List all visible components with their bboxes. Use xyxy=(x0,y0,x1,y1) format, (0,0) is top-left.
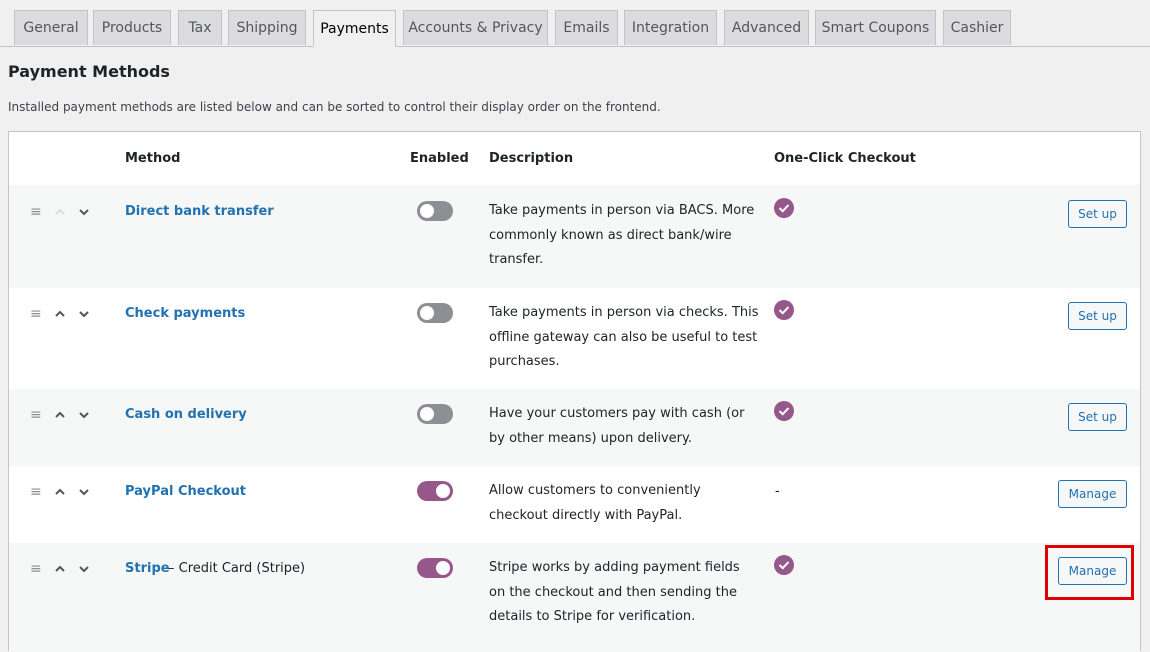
header-method: Method xyxy=(125,151,181,166)
method-description: Take payments in person via BACS. More c… xyxy=(489,203,755,267)
menu-handle-icon[interactable]: ≡ xyxy=(30,407,42,423)
method-description: Take payments in person via checks. This… xyxy=(489,305,759,369)
chevron-down-icon[interactable] xyxy=(79,564,89,574)
set-up-button[interactable]: Set up xyxy=(1068,403,1127,431)
check-circle-icon xyxy=(774,555,794,575)
page-title: Payment Methods xyxy=(8,62,170,81)
tab-advanced[interactable]: Advanced xyxy=(724,10,809,45)
table-row: ≡ Stripe – Credit Card (Stripe) Stripe w… xyxy=(9,543,1140,652)
payment-methods-table: Method Enabled Description One-Click Che… xyxy=(8,131,1141,652)
chevron-down-icon[interactable] xyxy=(79,207,89,217)
tab-products[interactable]: Products xyxy=(93,10,171,45)
tab-payments[interactable]: Payments xyxy=(313,10,396,47)
check-circle-icon xyxy=(774,401,794,421)
menu-handle-icon[interactable]: ≡ xyxy=(30,306,42,322)
check-circle-icon xyxy=(774,300,794,320)
menu-handle-icon[interactable]: ≡ xyxy=(30,204,42,220)
one-click-unavailable: - xyxy=(775,484,780,499)
table-row: ≡ PayPal Checkout Allow customers to con… xyxy=(9,466,1140,543)
chevron-up-icon[interactable] xyxy=(55,410,65,420)
table-row: ≡ Cash on delivery Have your customers p… xyxy=(9,389,1140,466)
table-row: ≡ Direct bank transfer Take payments in … xyxy=(9,185,1140,288)
method-description: Allow customers to conveniently checkout… xyxy=(489,483,701,523)
tab-emails[interactable]: Emails xyxy=(555,10,618,45)
method-link-paypal-checkout[interactable]: PayPal Checkout xyxy=(125,484,246,499)
method-description: Have your customers pay with cash (or by… xyxy=(489,406,745,446)
set-up-button[interactable]: Set up xyxy=(1068,302,1127,330)
method-link-check-payments[interactable]: Check payments xyxy=(125,306,245,321)
chevron-down-icon[interactable] xyxy=(79,410,89,420)
tab-cashier[interactable]: Cashier xyxy=(943,10,1011,45)
header-description: Description xyxy=(489,151,574,166)
enabled-toggle[interactable] xyxy=(417,201,453,221)
chevron-up-icon[interactable] xyxy=(55,309,65,319)
set-up-button[interactable]: Set up xyxy=(1068,200,1127,228)
method-link-cash-on-delivery[interactable]: Cash on delivery xyxy=(125,407,247,422)
chevron-up-icon[interactable] xyxy=(55,564,65,574)
section-description: Installed payment methods are listed bel… xyxy=(8,100,661,114)
method-subtitle: – Credit Card (Stripe) xyxy=(168,561,306,576)
table-header: Method Enabled Description One-Click Che… xyxy=(9,132,1140,186)
chevron-down-icon[interactable] xyxy=(79,309,89,319)
enabled-toggle[interactable] xyxy=(417,558,453,578)
menu-handle-icon[interactable]: ≡ xyxy=(30,561,42,577)
header-one-click: One-Click Checkout xyxy=(774,151,916,166)
enabled-toggle[interactable] xyxy=(417,404,453,424)
table-row: ≡ Check payments Take payments in person… xyxy=(9,288,1140,389)
header-enabled: Enabled xyxy=(410,151,469,166)
tab-integration[interactable]: Integration xyxy=(624,10,717,45)
tab-smart-coupons[interactable]: Smart Coupons xyxy=(815,10,936,45)
enabled-toggle[interactable] xyxy=(417,481,453,501)
chevron-up-icon[interactable] xyxy=(55,487,65,497)
manage-button[interactable]: Manage xyxy=(1058,480,1127,508)
method-link-direct-bank-transfer[interactable]: Direct bank transfer xyxy=(125,204,274,219)
settings-tabs: General Products Tax Shipping Payments A… xyxy=(0,0,1150,47)
chevron-up-icon xyxy=(55,208,65,215)
highlight-box xyxy=(1045,545,1134,600)
tab-tax[interactable]: Tax xyxy=(178,10,222,45)
tab-shipping[interactable]: Shipping xyxy=(228,10,306,45)
method-description: Stripe works by adding payment fields on… xyxy=(489,560,740,624)
check-circle-icon xyxy=(774,198,794,218)
method-link-stripe[interactable]: Stripe xyxy=(125,561,170,576)
tab-accounts-privacy[interactable]: Accounts & Privacy xyxy=(403,10,548,45)
menu-handle-icon[interactable]: ≡ xyxy=(30,484,42,500)
enabled-toggle[interactable] xyxy=(417,303,453,323)
tab-general[interactable]: General xyxy=(14,10,88,45)
chevron-down-icon[interactable] xyxy=(79,487,89,497)
